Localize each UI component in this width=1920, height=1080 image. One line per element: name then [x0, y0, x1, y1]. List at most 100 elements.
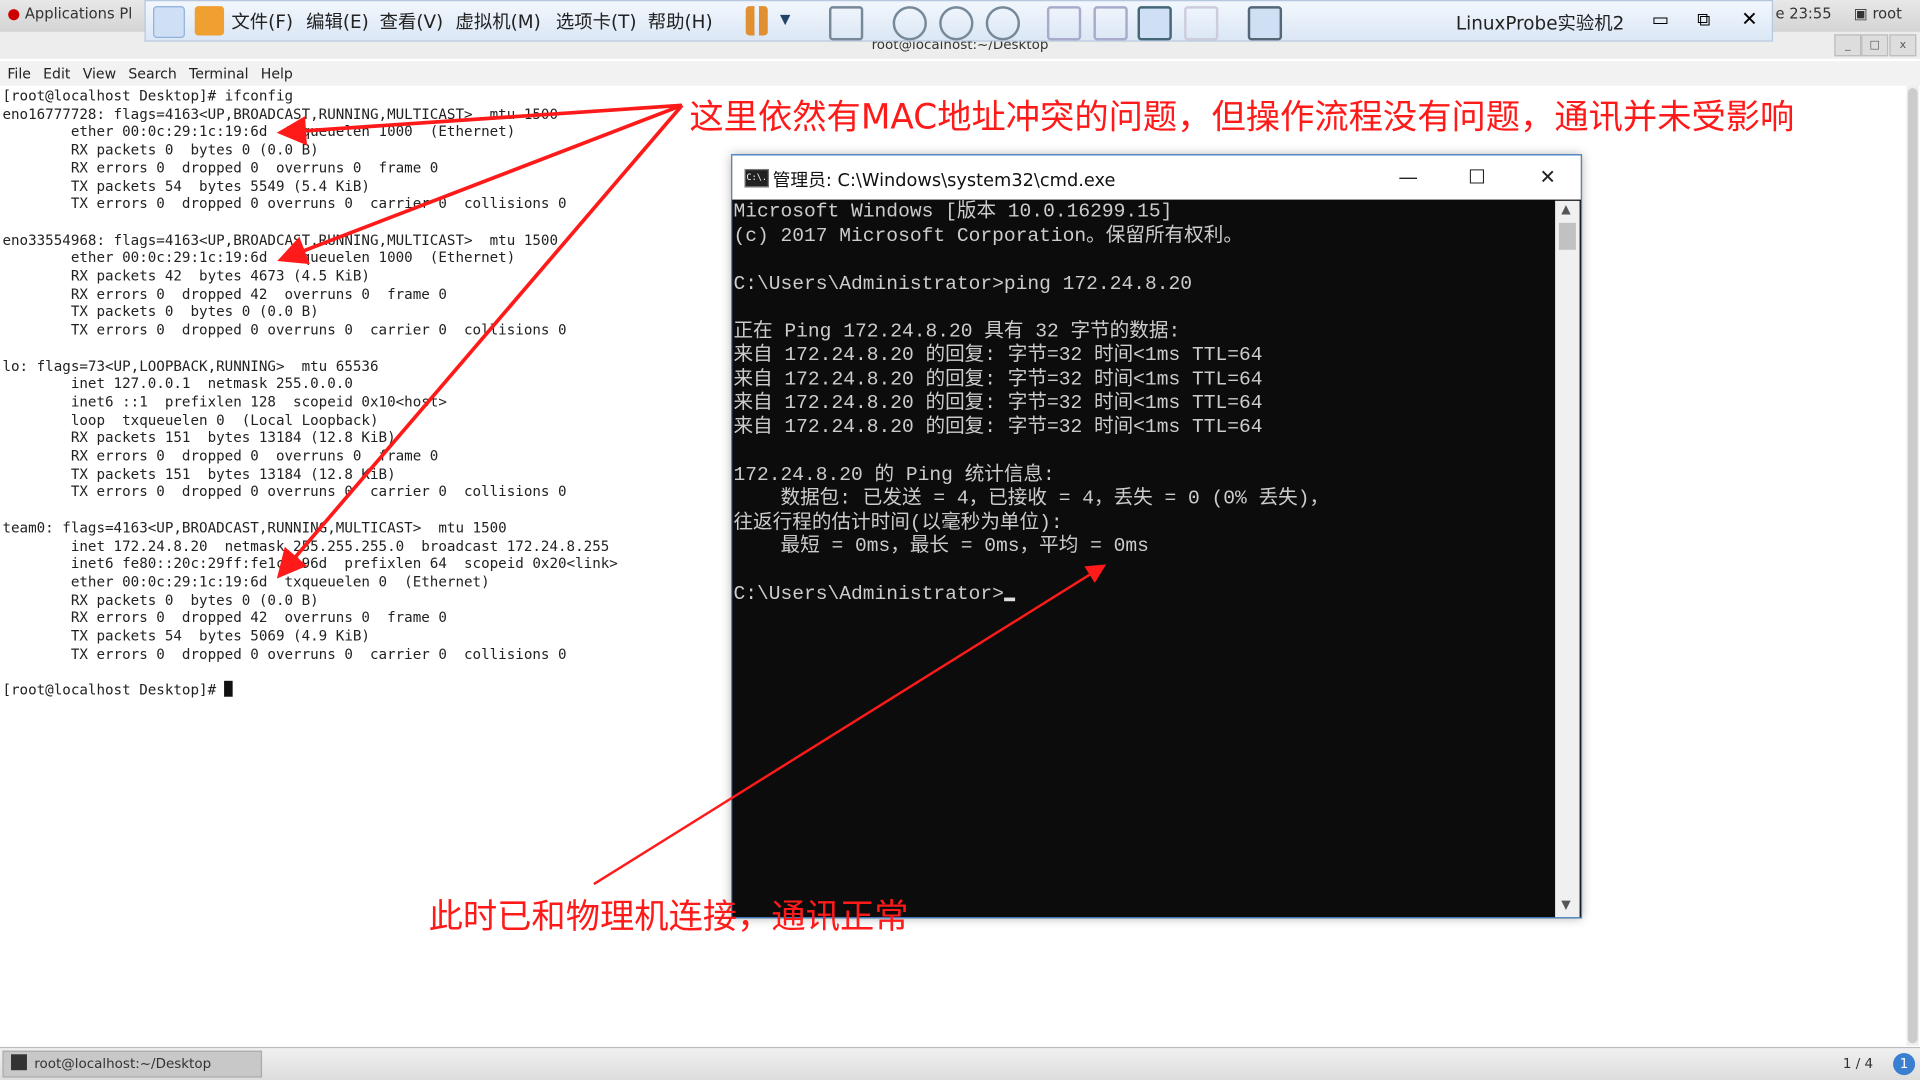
terminal-scrollbar[interactable]: [1906, 85, 1919, 1046]
prompt-line: [root@localhost Desktop]#: [2, 681, 617, 699]
menu-view[interactable]: View: [83, 65, 116, 82]
terminal-output[interactable]: [root@localhost Desktop]# ifconfig eno167…: [2, 87, 617, 699]
menu-edit[interactable]: Edit: [43, 65, 70, 82]
output-line: TX packets 54 bytes 5069 (4.9 KiB): [2, 627, 370, 645]
output-line: 往返行程的估计时间(以毫秒为单位):: [733, 511, 1063, 534]
cmd-minimize-button[interactable]: —: [1384, 163, 1433, 192]
notification-icon[interactable]: 1: [1893, 1053, 1916, 1076]
prompt: C:\Users\Administrator>: [733, 582, 1004, 605]
annotation-connected: 此时已和物理机连接，通讯正常: [428, 896, 909, 937]
vm-restore-button[interactable]: ⧉: [1697, 9, 1710, 31]
scrollbar-thumb[interactable]: [1907, 88, 1918, 1044]
cursor: [224, 681, 234, 697]
output-line: RX errors 0 dropped 0 overruns 0 frame 0: [2, 158, 439, 177]
output-line: inet 172.24.8.20 netmask 255.255.255.0 b…: [2, 537, 610, 555]
output-line: lo: flags=73<UP,LOOPBACK,RUNNING> mtu 65…: [2, 356, 379, 375]
menu-help[interactable]: Help: [261, 65, 293, 82]
terminal-close-button[interactable]: x: [1889, 34, 1917, 57]
snapshot-icon[interactable]: [892, 6, 927, 41]
output-line: 来自 172.24.8.20 的回复: 字节=32 时间<1ms TTL=64: [733, 344, 1263, 367]
output-line: TX packets 151 bytes 13184 (12.8 KiB): [2, 465, 396, 483]
output-line: loop txqueuelen 0 (Local Loopback): [2, 411, 379, 429]
prompt: [root@localhost Desktop]#: [2, 681, 225, 699]
output-line: TX errors 0 dropped 0 overruns 0 carrier…: [2, 483, 567, 501]
menu-view[interactable]: 查看(V): [380, 9, 444, 35]
output-line: eno16777728: flags=4163<UP,BROADCAST,RUN…: [2, 104, 559, 123]
vm-name: LinuxProbe实验机2: [1455, 12, 1625, 35]
redhat-icon: ●: [7, 4, 21, 23]
vm-close-button[interactable]: ✕: [1741, 7, 1757, 30]
output-line: (c) 2017 Microsoft Corporation。保留所有权利。: [733, 224, 1243, 247]
revert-snapshot-icon[interactable]: [939, 6, 974, 41]
output-line: 数据包: 已发送 = 4，已接收 = 4，丢失 = 0 (0% 丢失)，: [733, 487, 1330, 510]
output-line: inet 127.0.0.1 netmask 255.0.0.0: [2, 375, 353, 393]
cmd-title-bar: C:\. 管理员: C:\Windows\system32\cmd.exe — …: [732, 155, 1581, 200]
scrollbar-thumb[interactable]: [1558, 222, 1576, 250]
menu-tabs[interactable]: 选项卡(T): [556, 9, 637, 35]
menu-edit[interactable]: 编辑(E): [306, 9, 369, 35]
output-line: 来自 172.24.8.20 的回复: 字节=32 时间<1ms TTL=64: [733, 367, 1263, 391]
applications-menu[interactable]: ● Applications Pl: [7, 5, 132, 22]
output-line: ether 00:0c:29:1c:19:6d txqueuelen 0 (Et…: [2, 573, 490, 591]
pin-icon[interactable]: [153, 6, 185, 38]
unity-icon[interactable]: [1184, 6, 1219, 41]
prompt-line: C:\Users\Administrator>: [733, 583, 1329, 607]
cmd-close-button[interactable]: ✕: [1523, 163, 1572, 192]
vmware-logo-icon: [194, 6, 225, 36]
vmware-toolbar: 文件(F) 编辑(E) 查看(V) 虚拟机(M) 选项卡(T) 帮助(H) ▼ …: [144, 0, 1774, 42]
output-line: Microsoft Windows [版本 10.0.16299.15]: [733, 200, 1173, 223]
snapshot-manager-icon[interactable]: [985, 6, 1021, 41]
menu-help[interactable]: 帮助(H): [648, 9, 713, 35]
scroll-down-icon[interactable]: ▼: [1561, 899, 1570, 912]
terminal-minimize-button[interactable]: _: [1834, 34, 1862, 57]
send-ctrl-alt-del-icon[interactable]: [828, 6, 864, 41]
output-line: [root@localhost Desktop]# ifconfig: [2, 86, 294, 105]
output-line: C:\Users\Administrator>ping 172.24.8.20: [733, 272, 1193, 295]
taskbar: root@localhost:~/Desktop 1 / 4 1: [0, 1046, 1920, 1080]
output-line: 来自 172.24.8.20 的回复: 字节=32 时间<1ms TTL=64: [733, 391, 1263, 414]
cmd-icon: C:\.: [744, 168, 769, 188]
menu-file[interactable]: 文件(F): [231, 9, 293, 35]
menu-file[interactable]: File: [7, 65, 31, 82]
pause-icon[interactable]: [745, 6, 768, 36]
output-line: 来自 172.24.8.20 的回复: 字节=32 时间<1ms TTL=64: [733, 415, 1263, 438]
menu-search[interactable]: Search: [128, 65, 176, 82]
output-line: inet6 ::1 prefixlen 128 scopeid 0x10<hos…: [2, 393, 447, 411]
fullscreen-icon[interactable]: [1137, 6, 1172, 41]
output-line: TX errors 0 dropped 0 overruns 0 carrier…: [2, 645, 567, 663]
user-icon: ▣: [1853, 4, 1868, 23]
output-line: ether 00:0c:29:1c:19:6d txqueuelen 1000 …: [2, 248, 516, 267]
clock[interactable]: e 23:55: [1776, 5, 1832, 22]
menu-terminal[interactable]: Terminal: [189, 65, 249, 82]
console-view-icon[interactable]: [1247, 6, 1283, 41]
cursor: [1003, 597, 1015, 602]
workspace-indicator[interactable]: 1 / 4: [1843, 1056, 1873, 1072]
output-line: ether 00:0c:29:1c:19:6d txqueuelen 1000 …: [2, 122, 516, 141]
output-line: TX errors 0 dropped 0 overruns 0 carrier…: [2, 320, 567, 339]
output-line: TX packets 0 bytes 0 (0.0 B): [2, 302, 319, 321]
menu-vm[interactable]: 虚拟机(M): [456, 9, 541, 35]
output-line: RX packets 0 bytes 0 (0.0 B): [2, 591, 319, 609]
output-line: inet6 fe80::20c:29ff:fe1c:196d prefixlen…: [2, 555, 618, 573]
cmd-maximize-button[interactable]: ☐: [1452, 163, 1501, 192]
terminal-menubar: File Edit View Search Terminal Help: [0, 61, 1920, 86]
terminal-maximize-button[interactable]: □: [1861, 34, 1889, 57]
annotation-mac-conflict: 这里依然有MAC地址冲突的问题，但操作流程没有问题，通讯并未受影响: [689, 96, 1795, 138]
desktop: ● Applications Pl e 23:55 ▣ root root@lo…: [0, 0, 1920, 1080]
terminal-icon: [11, 1054, 27, 1071]
chevron-down-icon[interactable]: ▼: [780, 11, 790, 27]
taskbar-item-terminal[interactable]: root@localhost:~/Desktop: [2, 1050, 263, 1078]
scroll-up-icon[interactable]: ▲: [1561, 203, 1570, 216]
cmd-output[interactable]: Microsoft Windows [版本 10.0.16299.15] (c) …: [733, 201, 1329, 607]
cmd-scrollbar[interactable]: ▲ ▼: [1555, 200, 1580, 918]
vm-minimize-button[interactable]: ▭: [1652, 9, 1669, 31]
output-line: 172.24.8.20 的 Ping 统计信息:: [733, 463, 1055, 486]
sidebar-view-icon[interactable]: [1046, 6, 1082, 41]
user-menu[interactable]: ▣ root: [1854, 5, 1902, 22]
thumbnail-view-icon[interactable]: [1093, 6, 1128, 41]
